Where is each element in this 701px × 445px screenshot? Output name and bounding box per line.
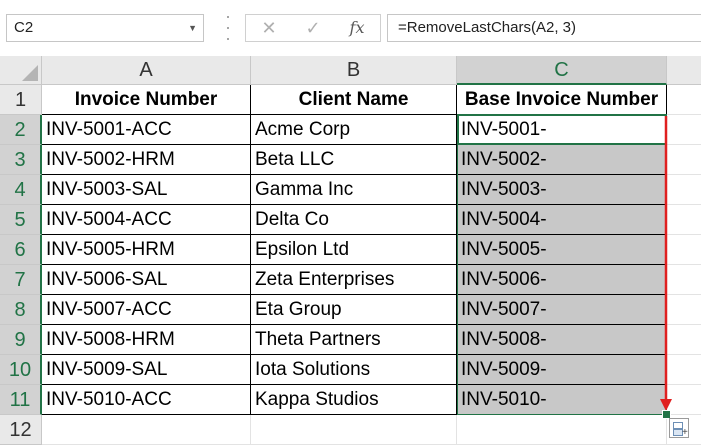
formula-bar: C2 ▼ ✕ ✓ fx =RemoveLastChars(A2, 3) — [0, 0, 701, 56]
select-all-corner[interactable] — [0, 56, 42, 85]
table-cell[interactable]: INV-5003-SAL — [42, 175, 251, 205]
table-cell[interactable]: INV-5008- — [457, 325, 667, 355]
row-header-11[interactable]: 11 — [0, 385, 42, 415]
table-cell[interactable]: Acme Corp — [251, 115, 457, 145]
table-cell[interactable]: INV-5007-ACC — [42, 295, 251, 325]
table-cell[interactable]: INV-5007- — [457, 295, 667, 325]
table-cell[interactable]: INV-5009- — [457, 355, 667, 385]
table-cell[interactable]: INV-5005-HRM — [42, 235, 251, 265]
table-cell[interactable]: Theta Partners — [251, 325, 457, 355]
table-cell[interactable]: Zeta Enterprises — [251, 265, 457, 295]
table-cell[interactable]: INV-5009-SAL — [42, 355, 251, 385]
table-cell[interactable]: Beta LLC — [251, 145, 457, 175]
quick-analysis-icon[interactable]: + — [669, 418, 689, 438]
table-cell[interactable]: Gamma Inc — [251, 175, 457, 205]
empty-cell[interactable] — [667, 265, 701, 295]
empty-cell[interactable] — [667, 205, 701, 235]
insert-function-icon[interactable]: fx — [342, 15, 372, 41]
header-cell[interactable]: Base Invoice Number — [457, 85, 667, 115]
column-header-d[interactable] — [667, 56, 701, 85]
table-cell[interactable]: INV-5002- — [457, 145, 667, 175]
row-header-12[interactable]: 12 — [0, 415, 42, 445]
formula-input[interactable]: =RemoveLastChars(A2, 3) — [387, 14, 701, 42]
table-cell[interactable]: INV-5001-ACC — [42, 115, 251, 145]
empty-cell[interactable] — [667, 295, 701, 325]
table-cell[interactable]: Epsilon Ltd — [251, 235, 457, 265]
row-header-5[interactable]: 5 — [0, 205, 42, 235]
empty-cell[interactable] — [667, 325, 701, 355]
empty-cell[interactable] — [667, 385, 701, 415]
row-header-10[interactable]: 10 — [0, 355, 42, 385]
empty-cell[interactable] — [667, 85, 701, 115]
empty-cell[interactable] — [457, 415, 667, 445]
row-header-3[interactable]: 3 — [0, 145, 42, 175]
enter-check-icon[interactable]: ✓ — [298, 15, 328, 41]
column-header-c[interactable]: C — [457, 56, 667, 85]
empty-cell[interactable] — [667, 145, 701, 175]
row-header-2[interactable]: 2 — [0, 115, 42, 145]
chevron-down-icon[interactable]: ▼ — [188, 15, 197, 41]
empty-cell[interactable] — [667, 115, 701, 145]
empty-cell[interactable] — [667, 235, 701, 265]
header-cell[interactable]: Invoice Number — [42, 85, 251, 115]
table-cell[interactable]: Kappa Studios — [251, 385, 457, 415]
cancel-icon[interactable]: ✕ — [254, 15, 284, 41]
name-box-value: C2 — [14, 19, 34, 36]
row-header-8[interactable]: 8 — [0, 295, 42, 325]
table-cell[interactable]: INV-5004-ACC — [42, 205, 251, 235]
empty-cell[interactable] — [42, 415, 251, 445]
formula-buttons: ✕ ✓ fx — [245, 14, 381, 42]
row-header-6[interactable]: 6 — [0, 235, 42, 265]
header-cell[interactable]: Client Name — [251, 85, 457, 115]
column-header-a[interactable]: A — [42, 56, 251, 85]
row-header-1[interactable]: 1 — [0, 85, 42, 115]
empty-cell[interactable] — [667, 355, 701, 385]
table-cell[interactable]: INV-5003- — [457, 175, 667, 205]
row-header-9[interactable]: 9 — [0, 325, 42, 355]
table-cell[interactable]: INV-5001- — [457, 115, 667, 145]
column-header-b[interactable]: B — [251, 56, 457, 85]
table-cell[interactable]: INV-5005- — [457, 235, 667, 265]
table-cell[interactable]: Iota Solutions — [251, 355, 457, 385]
name-box[interactable]: C2 ▼ — [6, 14, 204, 42]
empty-cell[interactable] — [667, 175, 701, 205]
table-cell[interactable]: INV-5010- — [457, 385, 667, 415]
row-header-4[interactable]: 4 — [0, 175, 42, 205]
table-cell[interactable]: Delta Co — [251, 205, 457, 235]
table-cell[interactable]: INV-5006- — [457, 265, 667, 295]
table-cell[interactable]: Eta Group — [251, 295, 457, 325]
row-header-7[interactable]: 7 — [0, 265, 42, 295]
formula-bar-grip[interactable] — [226, 16, 230, 40]
table-cell[interactable]: INV-5004- — [457, 205, 667, 235]
empty-cell[interactable] — [251, 415, 457, 445]
table-cell[interactable]: INV-5006-SAL — [42, 265, 251, 295]
table-cell[interactable]: INV-5002-HRM — [42, 145, 251, 175]
table-cell[interactable]: INV-5010-ACC — [42, 385, 251, 415]
table-cell[interactable]: INV-5008-HRM — [42, 325, 251, 355]
